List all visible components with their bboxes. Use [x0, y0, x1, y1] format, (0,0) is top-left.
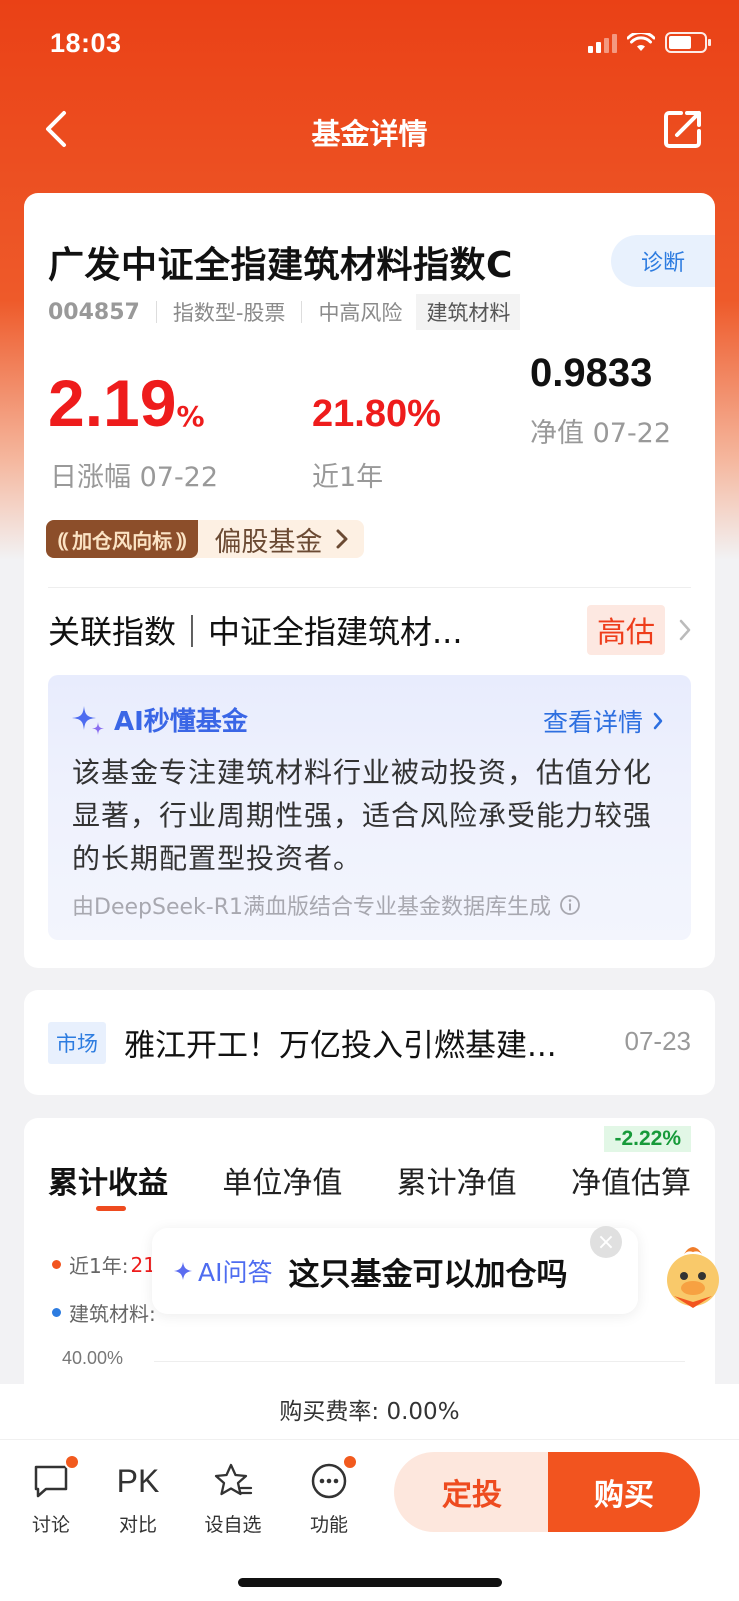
sparkle-icon	[72, 705, 104, 735]
daily-change-number: 2.19	[48, 366, 177, 440]
pk-icon-text: PK	[116, 1462, 160, 1499]
compare-label: 对比	[118, 1514, 157, 1536]
diagnose-button[interactable]: 诊断	[611, 235, 715, 287]
chevron-right-icon	[679, 619, 691, 640]
active-tab-indicator	[96, 1206, 126, 1211]
tab-cumulative-return[interactable]: 累计收益	[48, 1158, 168, 1202]
fund-badge-row[interactable]: ⸨ 加仓风向标 ⸩ 偏股基金	[46, 520, 365, 559]
valuation-badge: 高估	[586, 604, 665, 655]
daily-change-value: 2.19%	[48, 365, 205, 441]
nav-label: 净值 07-22	[530, 418, 672, 449]
news-date: 07-23	[624, 1026, 692, 1056]
nav-value: 0.9833	[530, 351, 653, 395]
ai-summary-more-label: 查看详情	[542, 708, 643, 737]
status-bar: 18:03	[0, 0, 739, 90]
more-icon	[294, 1454, 364, 1506]
status-icons	[588, 32, 711, 53]
chart-tabs: 累计收益 单位净值 累计净值 净值估算	[24, 1158, 715, 1202]
ai-summary-body: 该基金专注建筑材料行业被动投资，估值分化显著，行业周期性强，适合风险承受能力较强…	[72, 756, 653, 875]
ai-qa-label-text: AI问答	[198, 1258, 273, 1287]
star-icon	[198, 1456, 268, 1506]
y-axis-tick: 40.00%	[62, 1348, 124, 1368]
tab-unit-nav[interactable]: 单位净值	[222, 1158, 342, 1202]
ai-summary-more-link[interactable]: 查看详情	[543, 703, 663, 739]
laurel-left-icon: ⸨	[58, 527, 69, 552]
ai-qa-popup[interactable]: AI问答 这只基金可以加仓吗 ×	[152, 1226, 638, 1314]
news-tag: 市场	[48, 1022, 106, 1064]
news-card[interactable]: 市场 雅江开工！万亿投入引燃基建... 07-23	[24, 990, 715, 1095]
one-year-return-label: 近1年	[312, 462, 384, 493]
related-index-text: 关联指数｜中证全指建筑材...	[48, 612, 463, 651]
fund-overview-card: 广发中证全指建筑材料指数C 诊断 004857 指数型-股票 中高风险 建筑材料…	[24, 193, 715, 968]
nav-bar: 基金详情	[0, 95, 739, 165]
grid-line	[154, 1361, 685, 1362]
wifi-icon	[627, 32, 655, 51]
related-index-row[interactable]: 关联指数｜中证全指建筑材... 高估	[48, 587, 691, 672]
compare-button[interactable]: PK 对比	[103, 1456, 173, 1537]
discuss-label: 讨论	[31, 1514, 70, 1536]
ai-summary-footer: 由DeepSeek-R1满血版结合专业基金数据库生成	[72, 889, 581, 921]
fund-risk: 中高风险	[318, 301, 403, 325]
ai-qa-label: AI问答	[172, 1253, 272, 1289]
chevron-right-icon	[336, 529, 348, 549]
ai-summary-title: AI秒懂基金	[114, 707, 248, 737]
sparkle-icon	[174, 1262, 192, 1280]
fund-code: 004857	[48, 299, 140, 325]
status-time: 18:03	[50, 28, 122, 58]
ai-summary-footer-text: 由DeepSeek-R1满血版结合专业基金数据库生成	[72, 895, 551, 920]
badge-dark: ⸨ 加仓风向标 ⸩	[46, 520, 199, 558]
legend-dot	[52, 1260, 61, 1269]
badge-dark-label: 加仓风向标	[72, 528, 173, 553]
badge-light: 偏股基金	[198, 520, 364, 559]
laurel-right-icon: ⸩	[176, 527, 187, 552]
badge-light-label: 偏股基金	[214, 526, 323, 558]
tag-divider	[301, 301, 303, 323]
chevron-right-icon	[653, 712, 663, 730]
discuss-button[interactable]: 讨论	[16, 1454, 86, 1537]
purchase-fee-bar: 购买费率: 0.00%	[0, 1384, 739, 1440]
legend-dot	[52, 1308, 61, 1317]
battery-icon	[665, 32, 711, 53]
functions-button[interactable]: 功能	[294, 1454, 364, 1537]
tag-divider	[155, 301, 157, 323]
tab-cumulative-nav[interactable]: 累计净值	[397, 1158, 517, 1202]
legend-series-1-label: 近1年:	[69, 1254, 129, 1278]
ai-qa-question: 这只基金可以加仓吗	[288, 1256, 568, 1293]
home-indicator	[238, 1578, 502, 1587]
news-title: 雅江开工！万亿投入引燃基建...	[124, 1028, 557, 1064]
fund-name: 广发中证全指建筑材料指数C	[48, 245, 513, 286]
fund-sector-tag[interactable]: 建筑材料	[416, 294, 521, 330]
info-icon[interactable]	[559, 894, 581, 916]
legend-series-2-label: 建筑材料:	[69, 1302, 156, 1326]
ai-summary-header: AI秒懂基金	[70, 701, 248, 738]
notification-dot	[64, 1454, 80, 1470]
legend-series-1: 近1年: 21	[52, 1250, 156, 1279]
tab-nav-estimate[interactable]: 净值估算	[571, 1158, 691, 1202]
signal-icon	[588, 33, 617, 53]
legend-series-2: 建筑材料:	[52, 1298, 156, 1327]
mascot-icon[interactable]	[654, 1234, 732, 1312]
close-icon[interactable]: ×	[590, 1226, 622, 1258]
watchlist-button[interactable]: 设自选	[198, 1456, 268, 1537]
page-title: 基金详情	[311, 117, 428, 151]
fund-type: 指数型-股票	[172, 301, 286, 325]
one-year-return-value: 21.80%	[312, 393, 441, 435]
watchlist-label: 设自选	[204, 1514, 262, 1536]
ai-summary-box: AI秒懂基金 查看详情 该基金专注建筑材料行业被动投资，估值分化显著，行业周期性…	[48, 675, 691, 940]
estimate-badge: -2.22%	[604, 1126, 691, 1152]
share-icon[interactable]	[661, 107, 705, 151]
pk-icon: PK	[103, 1456, 173, 1506]
daily-change-label: 日涨幅 07-22	[50, 462, 219, 493]
auto-invest-button[interactable]: 定投	[394, 1452, 550, 1532]
functions-label: 功能	[309, 1514, 348, 1536]
buy-button[interactable]: 购买	[548, 1452, 700, 1532]
notification-dot	[342, 1454, 358, 1470]
bottom-action-bar: 讨论 PK 对比 设自选 功能 定投 购买	[0, 1440, 739, 1601]
chat-icon	[16, 1454, 86, 1506]
daily-change-unit: %	[176, 400, 205, 433]
fund-tags: 004857 指数型-股票 中高风险 建筑材料	[48, 294, 521, 330]
